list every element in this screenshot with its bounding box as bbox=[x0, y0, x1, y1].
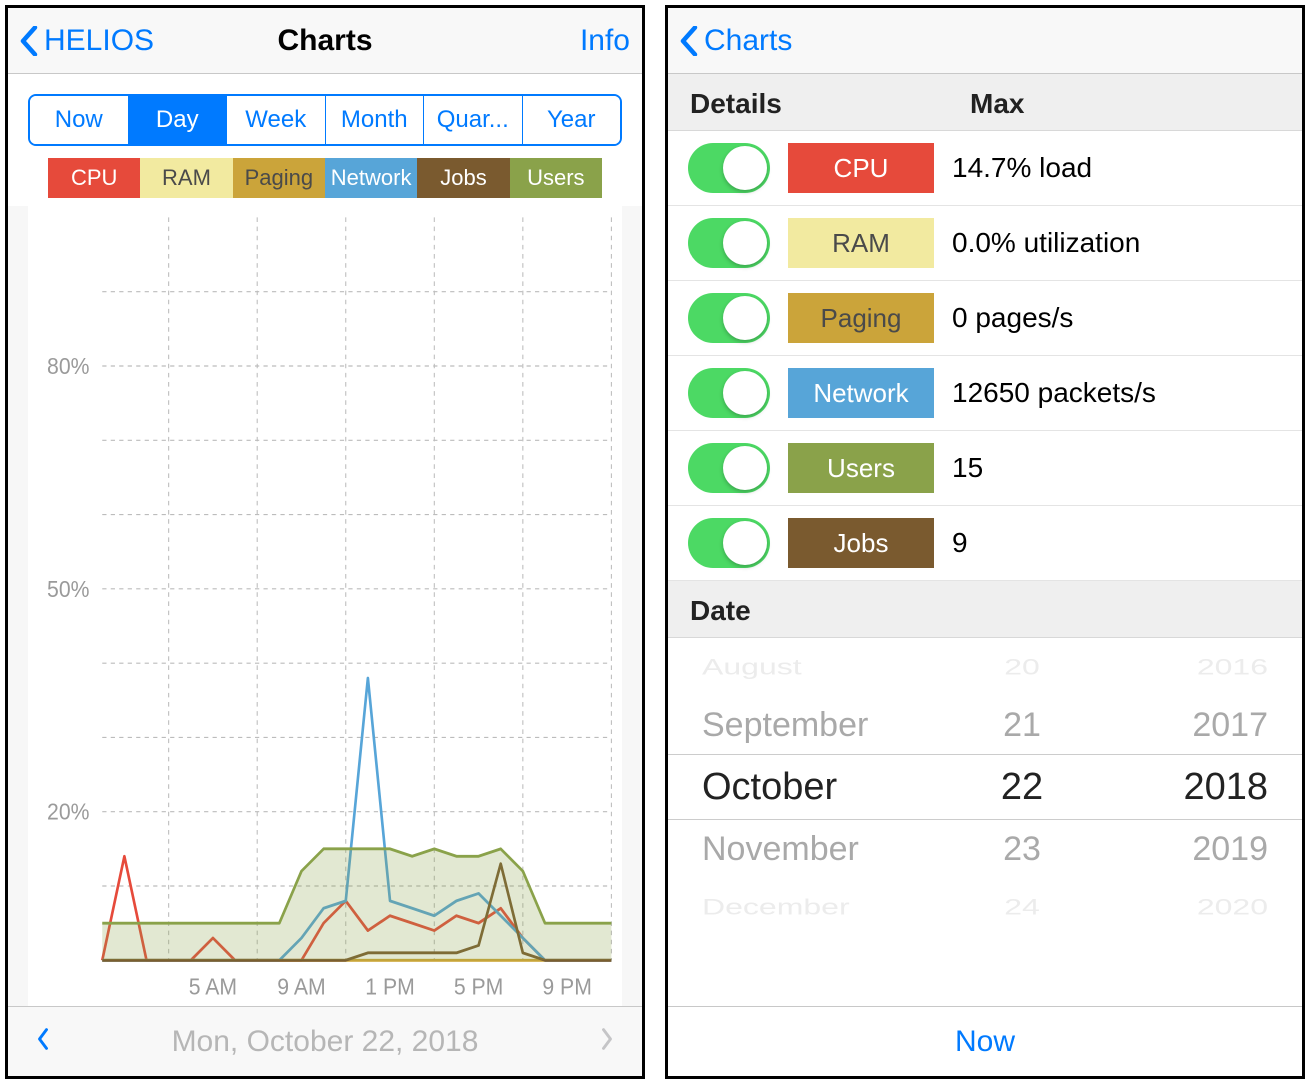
date-pager: Mon, October 22, 2018 bbox=[8, 1006, 642, 1076]
details-section-header: Details Max bbox=[668, 74, 1302, 131]
metric-row-ram: RAM 0.0% utilization bbox=[668, 206, 1302, 281]
picker-row[interactable]: September212017 bbox=[668, 696, 1302, 754]
metric-tag-users: Users bbox=[788, 443, 934, 493]
chart-area: 80% 50% 20% 5 AM 9 AM 1 PM 5 PM 9 PM bbox=[28, 206, 622, 1006]
prev-day-button[interactable] bbox=[36, 1025, 50, 1059]
svg-text:50%: 50% bbox=[47, 576, 89, 602]
segment-day[interactable]: Day bbox=[129, 96, 228, 144]
picker-row[interactable]: December242020 bbox=[668, 887, 1302, 928]
back-chevron-icon[interactable] bbox=[680, 26, 698, 56]
charts-screen: HELIOS Charts Info NowDayWeekMonthQuar..… bbox=[5, 5, 645, 1079]
legend-users[interactable]: Users bbox=[510, 158, 602, 198]
picker-row[interactable]: August202016 bbox=[668, 647, 1302, 688]
metric-value-jobs: 9 bbox=[952, 527, 968, 559]
legend-paging[interactable]: Paging bbox=[233, 158, 325, 198]
content: NowDayWeekMonthQuar...Year CPURAMPagingN… bbox=[8, 74, 642, 1006]
svg-text:80%: 80% bbox=[47, 353, 89, 379]
picker-row[interactable]: November232019 bbox=[668, 820, 1302, 878]
metric-row-paging: Paging 0 pages/s bbox=[668, 281, 1302, 356]
back-chevron-icon[interactable] bbox=[20, 26, 38, 56]
metric-value-network: 12650 packets/s bbox=[952, 377, 1156, 409]
metric-row-users: Users 15 bbox=[668, 431, 1302, 506]
back-link[interactable]: Charts bbox=[704, 24, 792, 58]
metric-value-paging: 0 pages/s bbox=[952, 302, 1073, 334]
navbar: Charts bbox=[668, 8, 1302, 74]
date-picker[interactable]: August202016 September212017October222018… bbox=[668, 638, 1302, 1006]
svg-text:5 AM: 5 AM bbox=[189, 974, 237, 1000]
svg-text:20%: 20% bbox=[47, 799, 89, 825]
picker-row[interactable]: October222018 bbox=[668, 754, 1302, 820]
legend-jobs[interactable]: Jobs bbox=[417, 158, 509, 198]
svg-text:5 PM: 5 PM bbox=[454, 974, 504, 1000]
date-section-header: Date bbox=[668, 581, 1302, 638]
legend-network[interactable]: Network bbox=[325, 158, 417, 198]
segment-month[interactable]: Month bbox=[326, 96, 425, 144]
toggle-ram[interactable] bbox=[688, 218, 770, 268]
toggle-network[interactable] bbox=[688, 368, 770, 418]
metric-row-jobs: Jobs 9 bbox=[668, 506, 1302, 581]
metric-value-cpu: 14.7% load bbox=[952, 152, 1092, 184]
back-link[interactable]: HELIOS bbox=[44, 24, 154, 58]
toggle-users[interactable] bbox=[688, 443, 770, 493]
navbar: HELIOS Charts Info bbox=[8, 8, 642, 74]
now-button[interactable]: Now bbox=[668, 1006, 1302, 1076]
max-header-label: Max bbox=[970, 88, 1024, 120]
svg-text:9 PM: 9 PM bbox=[542, 974, 592, 1000]
details-screen: Charts Details Max CPU 14.7% load RAM 0.0% … bbox=[665, 5, 1305, 1079]
current-date-label: Mon, October 22, 2018 bbox=[172, 1025, 479, 1059]
toggle-cpu[interactable] bbox=[688, 143, 770, 193]
toggle-paging[interactable] bbox=[688, 293, 770, 343]
metric-row-network: Network 12650 packets/s bbox=[668, 356, 1302, 431]
segment-quar[interactable]: Quar... bbox=[424, 96, 523, 144]
svg-text:1 PM: 1 PM bbox=[365, 974, 415, 1000]
metric-tag-network: Network bbox=[788, 368, 934, 418]
metric-tag-jobs: Jobs bbox=[788, 518, 934, 568]
next-day-button[interactable] bbox=[600, 1025, 614, 1059]
metric-value-users: 15 bbox=[952, 452, 983, 484]
legend-ram[interactable]: RAM bbox=[140, 158, 232, 198]
legend-cpu[interactable]: CPU bbox=[48, 158, 140, 198]
segment-week[interactable]: Week bbox=[227, 96, 326, 144]
segment-year[interactable]: Year bbox=[523, 96, 621, 144]
legend-bar: CPURAMPagingNetworkJobsUsers bbox=[48, 158, 602, 198]
info-button[interactable]: Info bbox=[580, 24, 630, 58]
metric-row-cpu: CPU 14.7% load bbox=[668, 131, 1302, 206]
svg-text:9 AM: 9 AM bbox=[277, 974, 325, 1000]
metric-value-ram: 0.0% utilization bbox=[952, 227, 1140, 259]
time-range-segmented[interactable]: NowDayWeekMonthQuar...Year bbox=[28, 94, 622, 146]
segment-now[interactable]: Now bbox=[30, 96, 129, 144]
toggle-jobs[interactable] bbox=[688, 518, 770, 568]
metric-tag-ram: RAM bbox=[788, 218, 934, 268]
metric-rows: CPU 14.7% load RAM 0.0% utilization Paging 0 … bbox=[668, 131, 1302, 581]
details-header-label: Details bbox=[690, 88, 970, 120]
metric-tag-cpu: CPU bbox=[788, 143, 934, 193]
metric-tag-paging: Paging bbox=[788, 293, 934, 343]
